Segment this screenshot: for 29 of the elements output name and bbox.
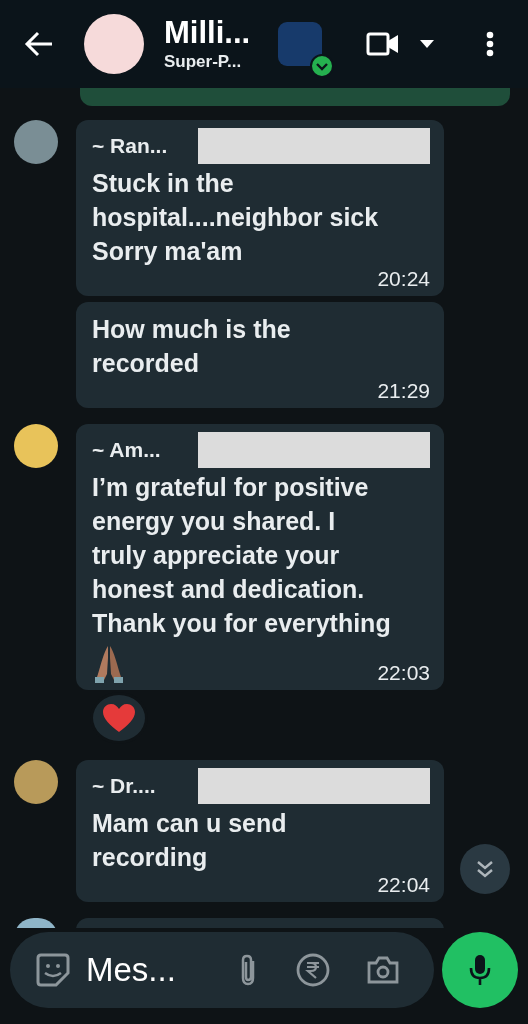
message-input[interactable]: Mes... (86, 951, 222, 989)
chat-title[interactable]: Milli... (164, 15, 276, 51)
scroll-down-button[interactable] (460, 844, 510, 894)
camera-icon[interactable] (366, 955, 400, 985)
back-button[interactable] (24, 31, 54, 57)
message-time: 20:24 (377, 268, 430, 290)
avatar-placeholder[interactable] (14, 120, 58, 164)
avatar-placeholder[interactable] (14, 760, 58, 804)
caret-icon[interactable] (420, 40, 434, 48)
message-time: 22:04 (377, 874, 430, 896)
message-text: Stuck in the hospital....neighbor sick Sorry ma'am (92, 168, 380, 267)
rupee-payment-icon[interactable] (296, 953, 330, 987)
chat-subtitle[interactable]: Super-P... (164, 51, 276, 73)
community-icon[interactable] (278, 22, 334, 78)
message-text: Mam can u send recording (92, 808, 288, 873)
sender-name[interactable]: ~ Am... (92, 438, 161, 462)
sender-name[interactable]: ~ Dr.... (92, 774, 156, 798)
avatar-placeholder[interactable] (14, 424, 58, 468)
sender-name[interactable]: ~ Ran... (92, 134, 168, 158)
double-chevron-icon (476, 859, 494, 879)
message-text: I’m grateful for positive energy you shared. I truly appreciate your honest and dedication. Thank you for everything (92, 472, 392, 639)
video-call-icon[interactable] (366, 31, 400, 57)
message-time: 22:03 (377, 662, 430, 684)
sticker-icon[interactable] (36, 953, 70, 987)
menu-icon[interactable] (486, 31, 494, 57)
group-avatar[interactable] (84, 14, 144, 74)
message-time: 21:29 (377, 380, 430, 402)
message-text: How much is the recorded (92, 314, 292, 379)
microphone-icon (469, 953, 491, 987)
